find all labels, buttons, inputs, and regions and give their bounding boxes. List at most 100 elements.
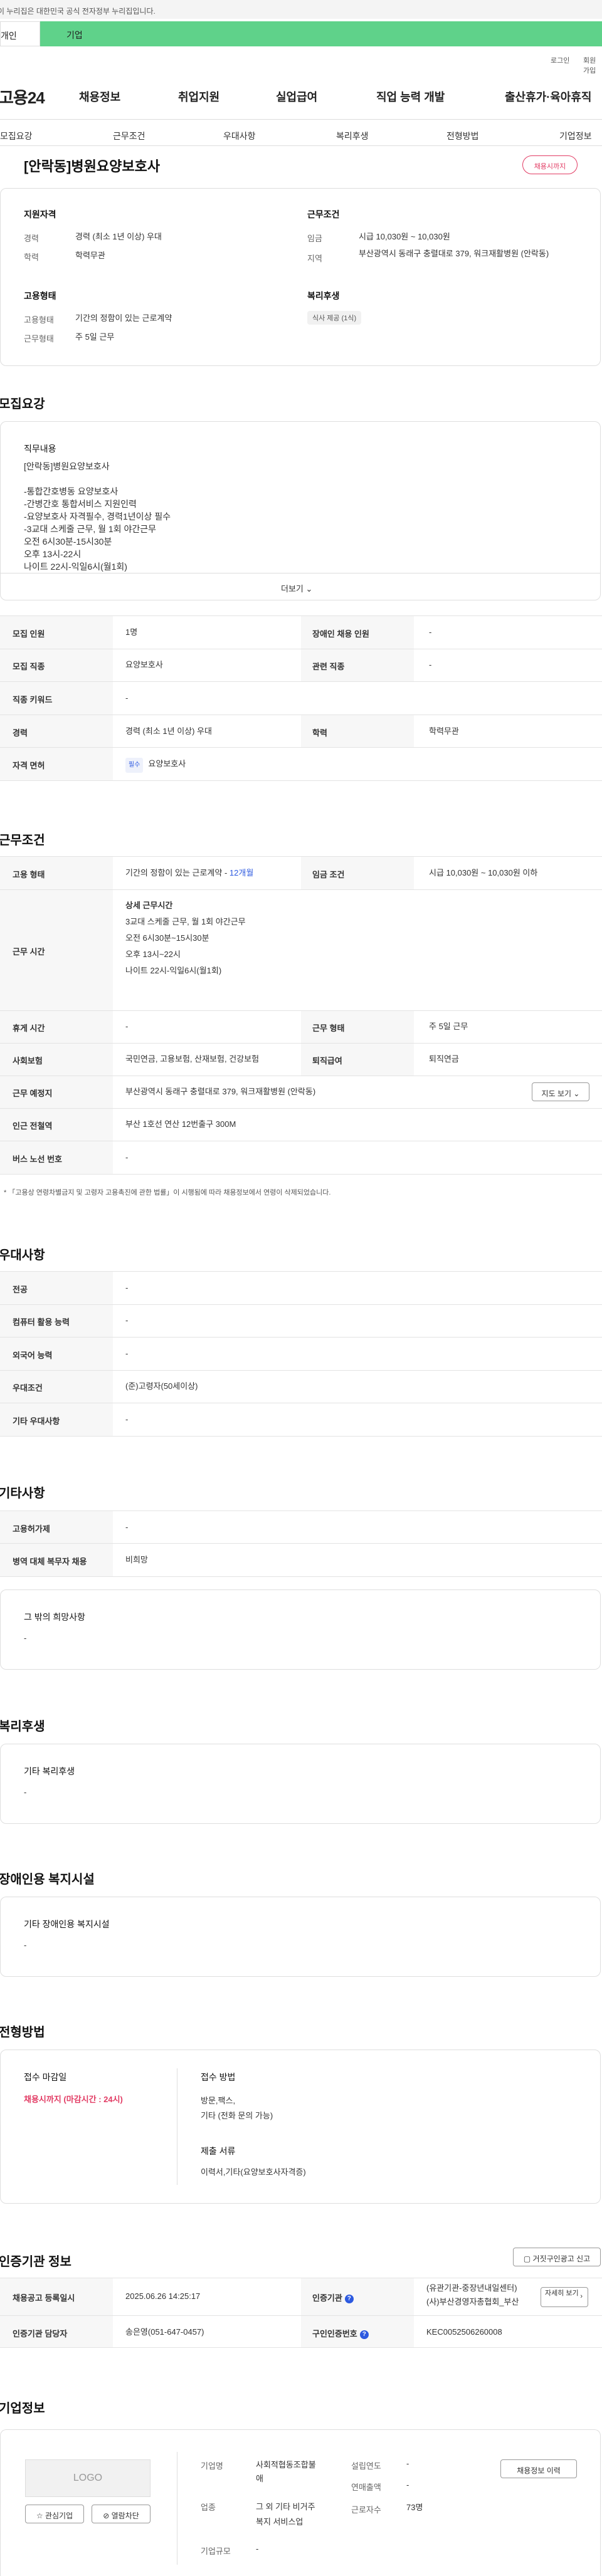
cert-no-label-text: 구인인증번호 <box>312 2329 357 2338</box>
method-value: 방문,팩스, 기타 (전화 문의 가능) <box>201 2093 273 2123</box>
row-line <box>0 747 602 748</box>
break-value: - <box>125 1022 129 1031</box>
subnav-recruit[interactable]: 모집요강 <box>0 130 33 142</box>
cond-wage-label: 임금 조건 <box>312 870 345 879</box>
duty-line: -간병간호 통합서비스 지원인력 <box>24 499 137 509</box>
detail-label: 자세히 보기 <box>545 2290 579 2297</box>
subnav-conditions[interactable]: 근무조건 <box>113 130 145 142</box>
hours-value: 상세 근무시간 3교대 스케줄 근무, 월 1회 야간근무 오전 6시30분~1… <box>125 898 246 979</box>
disability-card <box>0 1897 601 1977</box>
gnb-employment-support[interactable]: 취업지원 <box>178 88 219 105</box>
login-link[interactable]: 로그인 <box>551 55 569 65</box>
gnb-job-info[interactable]: 채용정보 <box>79 88 120 105</box>
cond-title: 근무조건 <box>307 209 340 219</box>
subway-label: 인근 전철역 <box>13 1121 53 1131</box>
emp-label: 고용형태 <box>24 315 54 325</box>
hours-line: 3교대 스케줄 근무, 월 1회 야간근무 <box>125 917 246 926</box>
reg-value: 2025.06.26 14:25:17 <box>125 2291 201 2301</box>
related-label: 관련 직종 <box>312 662 345 671</box>
license-value: 필수 요양보호사 <box>125 757 186 773</box>
role-tabs: 개인 기업 <box>0 21 602 46</box>
cert-no-value: KEC0052506260008 <box>426 2327 502 2337</box>
etc-section-title: 기타사항 <box>0 1487 45 1500</box>
gov-notice-text: 이 누리집은 대한민국 공식 전자정부 누리집입니다. <box>0 7 156 16</box>
pref-label: 컴퓨터 활용 능력 <box>13 1317 70 1327</box>
agency-detail-button[interactable]: 자세히 보기 › <box>541 2287 588 2307</box>
report-false-ad-button[interactable]: ▢ 거짓구인광고 신고 <box>513 2248 601 2266</box>
subnav-process[interactable]: 전형방법 <box>446 130 479 142</box>
map-button-label: 지도 보기 <box>541 1089 572 1098</box>
interest-company-button[interactable]: ☆ 관심기업 <box>25 2505 84 2523</box>
founded-label: 설립연도 <box>351 2461 381 2471</box>
worktype-label: 근무형태 <box>24 334 54 343</box>
gnb-vocational-training[interactable]: 직업 능력 개발 <box>376 88 445 105</box>
process-section-title: 전형방법 <box>0 2026 45 2039</box>
welfare-card-title: 기타 복리후생 <box>24 1766 75 1776</box>
sales-label: 연매출액 <box>351 2483 381 2492</box>
edu-row-value: 학력무관 <box>429 726 459 736</box>
disability-card-title: 기타 장애인용 복지시설 <box>24 1919 110 1929</box>
agency-line: (유관기관-중장년내일센터) <box>426 2283 517 2293</box>
method-line: 기타 (전화 문의 가능) <box>201 2111 273 2120</box>
subnav-divider <box>0 145 602 146</box>
hours-label: 근무 시간 <box>13 947 45 956</box>
subnav-preference[interactable]: 우대사항 <box>223 130 256 142</box>
qual-title: 지원자격 <box>24 209 56 219</box>
row-line <box>0 1337 602 1338</box>
duty-line: -3교대 스케줄 근무, 월 1회 야간근무 <box>24 524 157 534</box>
docs-title: 제출 서류 <box>201 2146 236 2156</box>
related-value: - <box>429 660 432 669</box>
license-label: 자격 면허 <box>13 761 45 770</box>
job-history-button[interactable]: 채용정보 이력 <box>500 2459 577 2478</box>
agency-label-text: 인증기관 <box>312 2293 342 2303</box>
worktype-row-label: 근무 형태 <box>312 1024 345 1033</box>
site-logo[interactable]: 고용24 <box>0 85 45 108</box>
row-line <box>0 1010 602 1011</box>
more-button[interactable]: 더보기 ⌄ <box>281 582 312 594</box>
career-row-value: 경력 (최소 1년 이상) 우대 <box>125 726 212 736</box>
company-name-line: 애 <box>256 2474 263 2483</box>
row-line <box>0 1436 602 1437</box>
welfare-card <box>0 1744 601 1824</box>
manager-value: 송은영(051-647-0457) <box>125 2327 204 2337</box>
join-link[interactable]: 회원가입 <box>583 55 602 75</box>
wage-value: 시급 10,030원 ~ 10,030원 <box>359 232 450 241</box>
block-view-button[interactable]: ⊘ 열람차단 <box>92 2505 150 2523</box>
chevron-down-icon: ⌄ <box>573 1089 580 1098</box>
tab-individual[interactable]: 개인 <box>0 21 40 46</box>
cert-no-label: 구인인증번호? <box>312 2327 369 2339</box>
insurance-label: 사회보험 <box>13 1056 43 1065</box>
info-icon[interactable]: ? <box>359 2330 369 2339</box>
row-line <box>0 889 602 890</box>
manager-label: 인증기관 담당자 <box>13 2329 68 2338</box>
cond-emp-value: 기간의 정함이 있는 근로계약 - 12개월 <box>125 866 253 880</box>
gnb-unemployment-benefit[interactable]: 실업급여 <box>276 88 317 105</box>
star-icon: ☆ <box>36 2511 43 2520</box>
gnb-parental-leave[interactable]: 출산휴가·육아휴직 <box>505 88 591 105</box>
interest-label: 관심기업 <box>45 2511 73 2520</box>
agency-label: 인증기관? <box>312 2291 354 2303</box>
company-logo: LOGO <box>25 2459 150 2497</box>
row-line <box>0 1576 602 1577</box>
cond-emp-text: 기간의 정함이 있는 근로계약 - <box>125 868 230 877</box>
map-button[interactable]: 지도 보기 ⌄ <box>532 1082 589 1101</box>
subway-value: 부산 1호선 연산 12번출구 300M <box>125 1119 236 1129</box>
disability-section-title: 장애인용 복지시설 <box>0 1873 95 1887</box>
tab-company[interactable]: 기업 <box>40 21 602 46</box>
row-line <box>0 1370 602 1371</box>
subnav-company[interactable]: 기업정보 <box>559 130 592 142</box>
welfare-chip: 식사 제공 (1식) <box>307 311 362 325</box>
severance-value: 퇴직연금 <box>429 1054 459 1064</box>
welfare-section-title: 복리후생 <box>0 1720 45 1734</box>
career-row-label: 경력 <box>13 728 28 738</box>
keyword-label: 직종 키워드 <box>13 695 53 704</box>
row-line <box>0 1043 602 1044</box>
region-value: 부산광역시 동래구 충렬대로 379, 워크재활병원 (안락동) <box>359 249 549 258</box>
row-line <box>0 1304 602 1305</box>
keyword-value: - <box>125 693 129 703</box>
subnav-welfare[interactable]: 복리후생 <box>336 130 369 142</box>
cond-wage-value: 시급 10,030원 ~ 10,030원 이하 <box>429 868 538 877</box>
info-icon[interactable]: ? <box>344 2294 354 2303</box>
deadline-title: 접수 마감일 <box>24 2072 67 2082</box>
pref-value: - <box>125 1316 129 1325</box>
